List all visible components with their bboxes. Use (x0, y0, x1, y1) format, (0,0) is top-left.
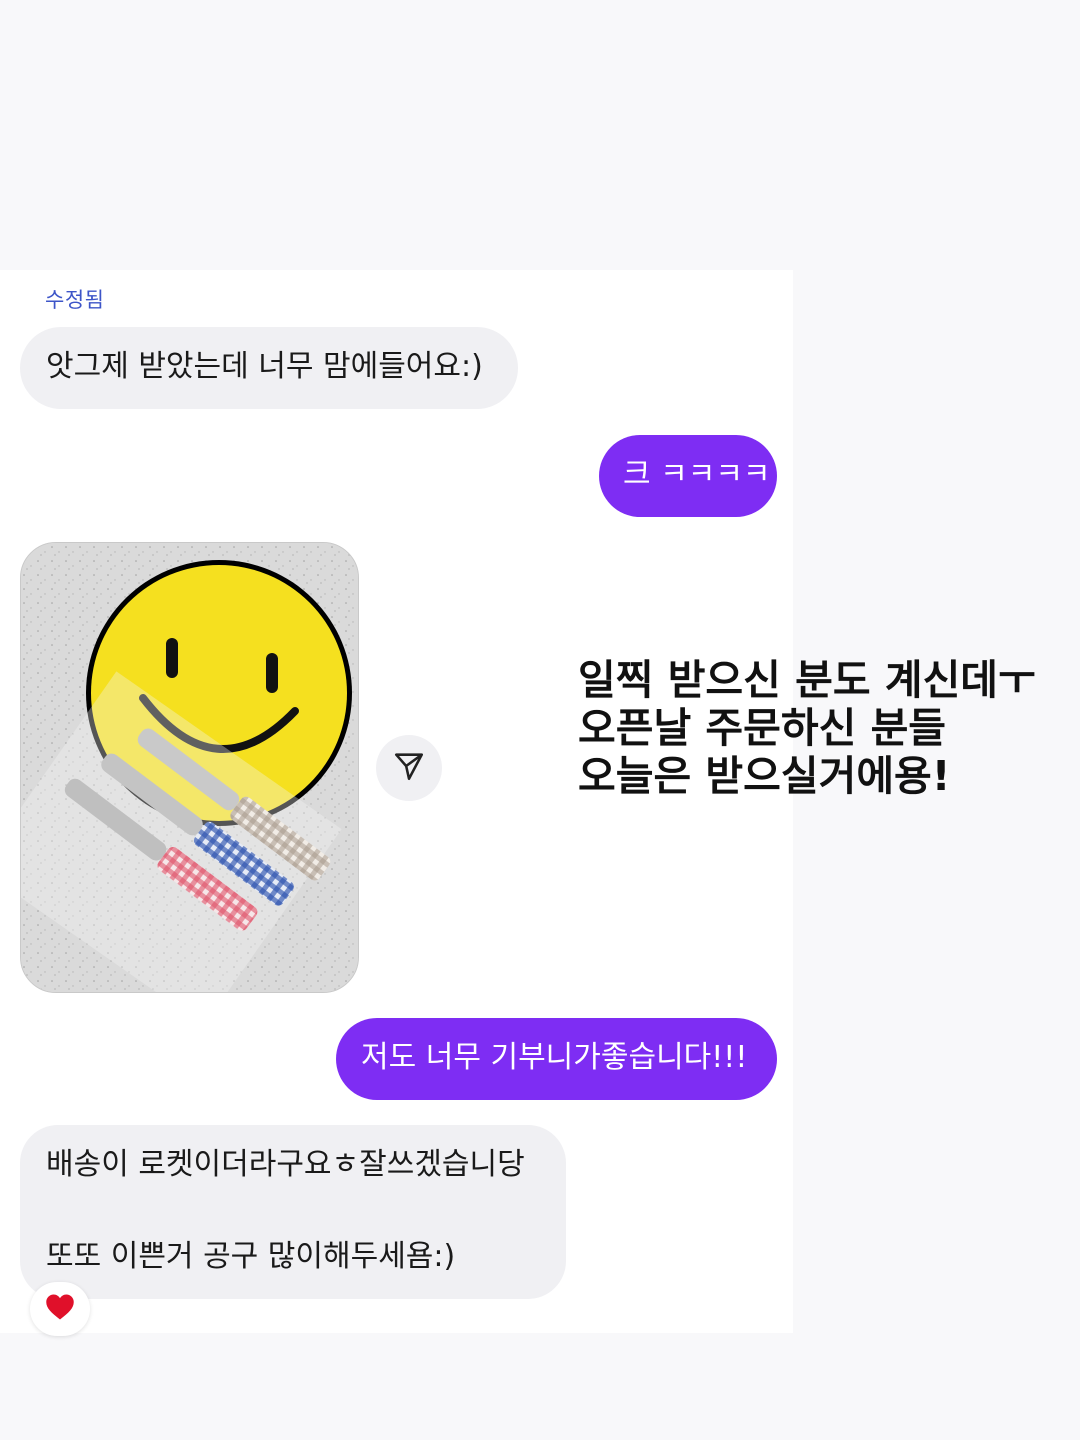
overlay-caption: 일찍 받으신 분도 계신데ㅜ 오픈날 주문하신 분들 오늘은 받으실거에용! (578, 656, 1036, 800)
reaction-badge[interactable] (30, 1282, 90, 1336)
overlay-line: 일찍 받으신 분도 계신데ㅜ (578, 656, 1036, 704)
shared-photo[interactable] (20, 542, 359, 993)
photo-smiley-knives (21, 543, 358, 992)
overlay-line: 오늘은 받으실거에용! (578, 752, 951, 800)
outgoing-message[interactable]: 저도 너무 기부니가좋습니다!!! (336, 1018, 777, 1100)
incoming-message[interactable]: 앗그제 받았는데 너무 맘에들어요:) (20, 327, 518, 409)
message-line: 또또 이쁜거 공구 많이해두세욤:) (46, 1239, 456, 1274)
incoming-message[interactable]: 배송이 로켓이더라구요ㅎ잘쓰겠습니당 또또 이쁜거 공구 많이해두세욤:) (20, 1125, 566, 1299)
heart-icon (45, 1293, 75, 1325)
share-icon (392, 749, 426, 787)
share-button[interactable] (376, 735, 442, 801)
message-line: 배송이 로켓이더라구요ㅎ잘쓰겠습니당 (46, 1147, 525, 1182)
overlay-line: 오픈날 주문하신 분들 (578, 704, 947, 752)
edited-label: 수정됨 (45, 288, 105, 312)
outgoing-message[interactable]: 크 ㅋㅋㅋㅋ (599, 435, 777, 517)
